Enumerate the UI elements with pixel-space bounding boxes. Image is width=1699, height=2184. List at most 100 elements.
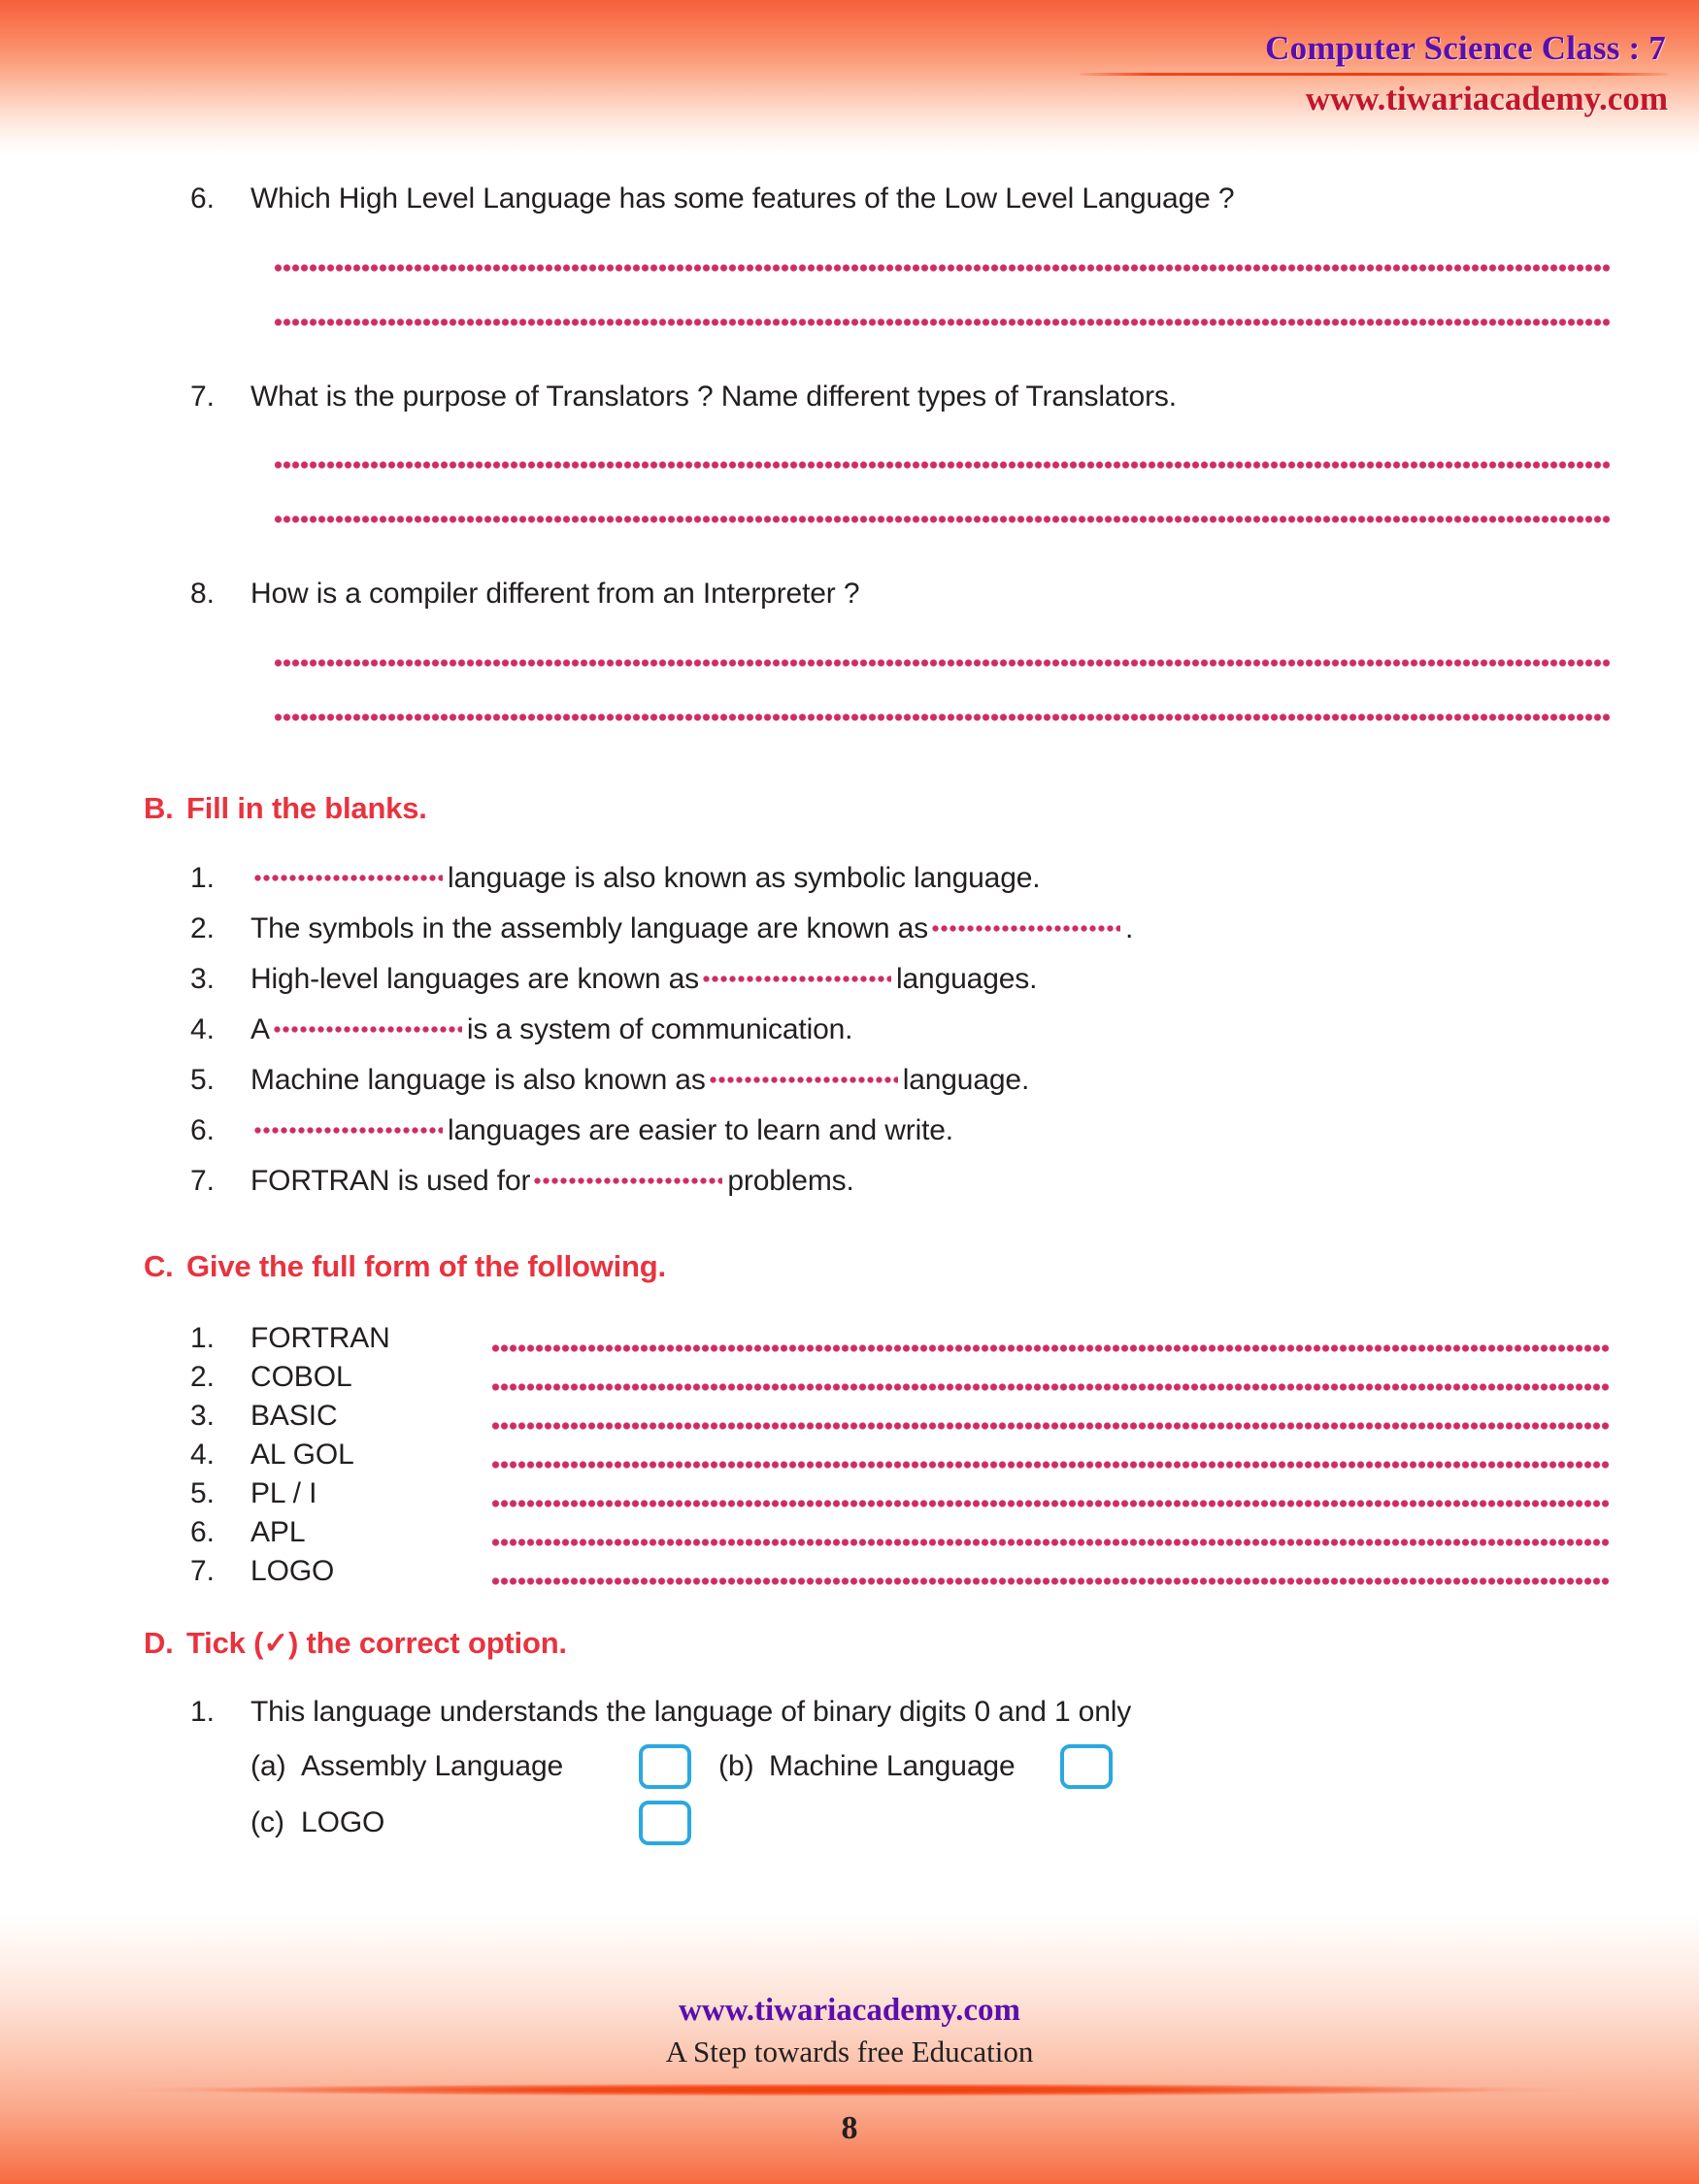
mcq-option-c[interactable]: (c) LOGO — [250, 1806, 639, 1839]
full-form-row: 4. AL GOL — [0, 1436, 1699, 1474]
question-text: What is the purpose of Translators ? Nam… — [250, 380, 1177, 413]
item-number: 7. — [190, 1554, 216, 1587]
question-number: 7. — [190, 380, 216, 413]
answer-dotted-line[interactable] — [274, 263, 1610, 272]
header-divider-rule — [1080, 73, 1668, 77]
footer-tagline: A Step towards free Education — [665, 2034, 1034, 2068]
blank-field[interactable] — [253, 1126, 443, 1134]
page-number: 8 — [841, 2110, 858, 2146]
item-number: 2. — [190, 1360, 216, 1393]
answer-dotted-line[interactable] — [491, 1460, 1610, 1469]
item-number: 2. — [190, 911, 216, 944]
answer-dotted-line[interactable] — [274, 317, 1610, 326]
answer-dotted-line[interactable] — [491, 1499, 1610, 1507]
blank-field[interactable] — [533, 1176, 723, 1184]
blank-field[interactable] — [931, 924, 1121, 932]
blank-suffix: . — [1125, 911, 1134, 944]
item-text: languages are easier to learn and write. — [250, 1113, 953, 1148]
mcq-question-row: 1. This language understands the languag… — [0, 1696, 1699, 1729]
blank-prefix: High-level languages are known as — [250, 962, 699, 995]
answer-dotted-line[interactable] — [274, 712, 1610, 721]
footer-divider-ornament — [107, 2083, 1592, 2097]
abbreviation-label: FORTRAN — [250, 1321, 390, 1354]
checkbox-option-a[interactable] — [639, 1743, 691, 1789]
fill-blank-row: 5. Machine language is also known as lang… — [0, 1063, 1699, 1098]
mcq-option-row: (a) Assembly Language (b) Machine Langua… — [0, 1738, 1699, 1795]
answer-dotted-line[interactable] — [491, 1421, 1610, 1430]
blank-suffix: languages. — [896, 962, 1038, 995]
fill-blank-row: 1. language is also known as symbolic la… — [0, 861, 1699, 896]
section-title: Give the full form of the following. — [186, 1248, 666, 1283]
blank-suffix: language. — [902, 1063, 1030, 1096]
item-number: 4. — [190, 1012, 216, 1045]
abbreviation-label: BASIC — [250, 1399, 338, 1432]
answer-dotted-line[interactable] — [491, 1576, 1610, 1585]
option-label: Assembly Language — [301, 1749, 564, 1782]
section-title: Fill in the blanks. — [186, 790, 427, 825]
answer-dotted-line[interactable] — [274, 461, 1610, 469]
section-letter: B. — [144, 790, 174, 825]
mcq-option-row: (c) LOGO — [0, 1795, 1699, 1851]
blank-prefix: Machine language is also known as — [250, 1063, 706, 1096]
question-text: How is a compiler different from an Inte… — [250, 578, 860, 610]
answer-dotted-line[interactable] — [274, 515, 1610, 523]
fill-in-blanks-list: 1. language is also known as symbolic la… — [0, 861, 1699, 1199]
blank-field[interactable] — [702, 975, 891, 982]
mcq-option-a[interactable]: (a) Assembly Language — [250, 1750, 639, 1783]
item-text: Ais a system of communication. — [250, 1012, 852, 1047]
blank-suffix: language is also known as symbolic langu… — [448, 861, 1041, 894]
blank-field[interactable] — [253, 874, 443, 881]
section-letter: D. — [144, 1625, 174, 1660]
header-title: Computer Science Class : 7 — [1265, 29, 1666, 67]
checkbox-option-c[interactable] — [639, 1800, 691, 1845]
item-number: 7. — [190, 1164, 216, 1197]
fill-blank-row: 6. languages are easier to learn and wri… — [0, 1113, 1699, 1148]
blank-field[interactable] — [708, 1075, 898, 1083]
abbreviation-label: APL — [250, 1515, 306, 1548]
section-heading-b: B. Fill in the blanks. — [0, 791, 1699, 826]
full-form-row: 1. FORTRAN — [0, 1319, 1699, 1358]
full-form-row: 2. COBOL — [0, 1358, 1699, 1397]
blank-field[interactable] — [272, 1025, 462, 1033]
item-text: FORTRAN is used for problems. — [250, 1164, 854, 1199]
page-header: Computer Science Class : 7 www.tiwariaca… — [1050, 29, 1672, 119]
fill-blank-row: 3. High-level languages are known as lang… — [0, 962, 1699, 997]
question-number: 1. — [190, 1695, 216, 1728]
page-content: 6. Which High Level Language has some fe… — [0, 181, 1699, 1851]
section-letter: C. — [144, 1248, 174, 1283]
full-form-list: 1. FORTRAN 2. COBOL 3. BASIC 4. AL GOL 5… — [0, 1319, 1699, 1591]
full-form-row: 6. APL — [0, 1513, 1699, 1552]
answer-dotted-line[interactable] — [491, 1343, 1610, 1352]
answer-dotted-line[interactable] — [274, 658, 1610, 667]
section-heading-c: C. Give the full form of the following. — [0, 1249, 1699, 1284]
mcq-option-b[interactable]: (b) Machine Language — [718, 1743, 1113, 1789]
full-form-row: 3. BASIC — [0, 1397, 1699, 1436]
blank-suffix: problems. — [727, 1164, 854, 1197]
fill-blank-row: 2. The symbols in the assembly language … — [0, 911, 1699, 946]
option-key: (b) — [718, 1749, 754, 1782]
item-text: Machine language is also known as languag… — [250, 1063, 1029, 1098]
checkbox-option-b[interactable] — [1060, 1743, 1113, 1789]
answer-dotted-line[interactable] — [491, 1382, 1610, 1391]
header-website-url: www.tiwariacademy.com — [1305, 80, 1668, 118]
question-number: 6. — [190, 182, 216, 215]
section-title: Tick (✓) the correct option. — [186, 1625, 567, 1660]
blank-prefix: The symbols in the assembly language are… — [250, 911, 929, 944]
answer-dotted-line[interactable] — [491, 1538, 1610, 1546]
item-text: language is also known as symbolic langu… — [250, 861, 1041, 896]
option-label: Machine Language — [769, 1749, 1016, 1782]
item-text: High-level languages are known as languag… — [250, 962, 1037, 997]
full-form-row: 5. PL / I — [0, 1474, 1699, 1513]
item-number: 3. — [190, 962, 216, 995]
question-text: This language understands the language o… — [250, 1695, 1132, 1728]
